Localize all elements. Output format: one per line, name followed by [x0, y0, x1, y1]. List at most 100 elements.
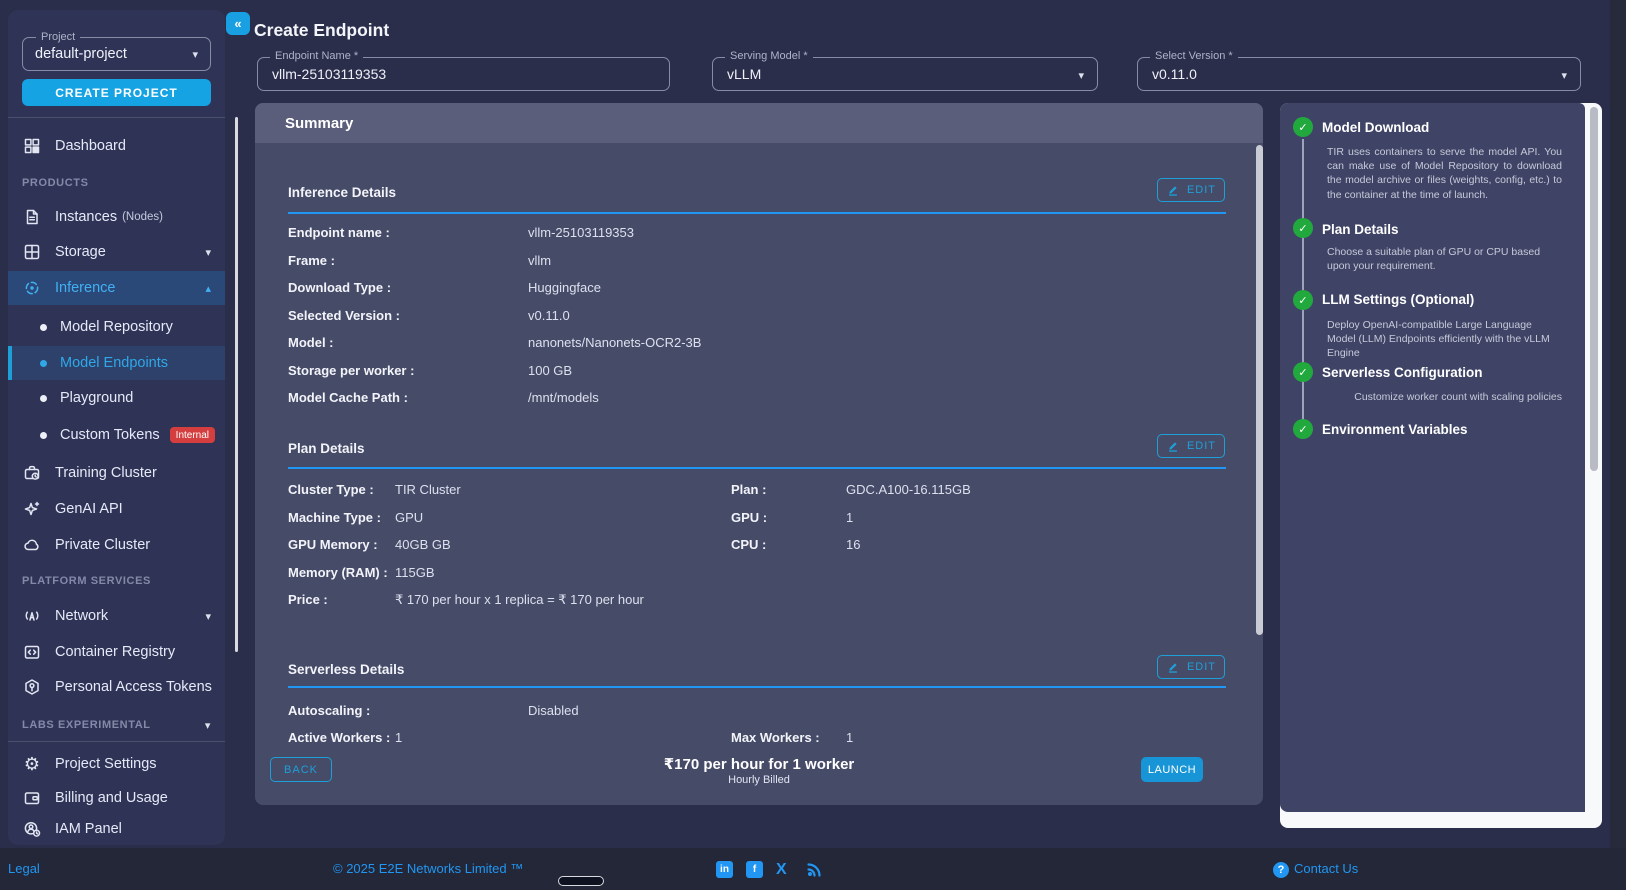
create-project-button[interactable]: CREATE PROJECT [22, 79, 211, 106]
contact-us-link[interactable]: Contact Us [1294, 861, 1358, 876]
row-label: Machine Type : [288, 510, 381, 525]
document-icon [22, 207, 42, 227]
sidebar-item-container-registry[interactable]: Container Registry [8, 635, 225, 669]
chevron-down-icon: ▾ [192, 48, 198, 61]
row-label: Storage per worker : [288, 363, 415, 378]
sidebar-item-custom-tokens[interactable]: Custom Tokens Internal [8, 418, 225, 452]
sidebar-item-inference[interactable]: Inference ▴ [8, 271, 225, 305]
collapse-sidebar-button[interactable]: « [226, 12, 250, 35]
section-underline [288, 467, 1226, 469]
question-icon[interactable]: ? [1273, 862, 1289, 878]
sparkles-icon [22, 499, 42, 519]
sidebar-section-labs-experimental: LABS EXPERIMENTAL ▾ [8, 715, 225, 735]
select-version-select[interactable]: Select Version * v0.11.0 ▾ [1137, 50, 1581, 91]
sidebar-item-personal-access-tokens[interactable]: Personal Access Tokens [8, 670, 225, 704]
sidebar-item-model-endpoints[interactable]: Model Endpoints [8, 346, 225, 380]
sidebar-item-training-cluster[interactable]: Training Cluster [8, 456, 225, 490]
iam-user-icon [22, 819, 42, 839]
x-icon[interactable]: X [776, 861, 793, 878]
sidebar-item-genai-api[interactable]: GenAI API [8, 492, 225, 526]
sidebar-item-label: Storage [55, 244, 106, 260]
endpoint-name-value: vllm-25103119353 [272, 66, 387, 82]
gesture-pill [558, 876, 604, 886]
row-label: GPU Memory : [288, 537, 378, 552]
chevron-up-icon: ▴ [205, 282, 211, 295]
sidebar-item-storage[interactable]: Storage ▾ [8, 235, 225, 269]
row-label: Max Workers : [731, 730, 820, 745]
sidebar-item-label: Playground [60, 390, 134, 406]
bullet-icon [40, 323, 47, 331]
inference-details-title: Inference Details [288, 185, 397, 200]
row-label: Plan : [731, 482, 767, 497]
sidebar-item-label: Model Repository [60, 319, 173, 335]
sidebar-item-label: Custom Tokens [60, 427, 160, 443]
sidebar-item-project-settings[interactable]: ⚙ Project Settings [8, 747, 225, 781]
inference-icon [22, 278, 42, 298]
section-underline [288, 686, 1226, 688]
facebook-icon[interactable]: f [746, 861, 763, 878]
check-icon: ✓ [1293, 362, 1313, 382]
chevron-down-icon: ▾ [1561, 70, 1567, 82]
chevron-down-icon: ▾ [205, 610, 211, 623]
serverless-details-title: Serverless Details [288, 662, 405, 677]
sidebar-item-suffix: (Nodes) [122, 211, 163, 223]
sidebar-section-label: LABS EXPERIMENTAL [22, 719, 151, 731]
back-button[interactable]: BACK [270, 757, 332, 782]
step-desc: Customize worker count with scaling poli… [1354, 391, 1562, 403]
sidebar-item-model-repository[interactable]: Model Repository [8, 310, 225, 344]
sidebar-item-label: Training Cluster [55, 465, 157, 481]
steps-scrollbar[interactable] [1590, 107, 1598, 471]
linkedin-icon[interactable]: in [716, 861, 733, 878]
sidebar-section-products: PRODUCTS [22, 177, 89, 189]
steps-content: ✓ Model Download TIR uses containers to … [1280, 103, 1585, 812]
row-value: vllm-25103119353 [528, 225, 634, 240]
row-label: GPU : [731, 510, 768, 525]
edit-inference-button[interactable]: EDIT [1157, 178, 1225, 202]
legal-link[interactable]: Legal [8, 861, 40, 876]
sidebar-item-playground[interactable]: Playground [8, 381, 225, 415]
step-desc: Deploy OpenAI-compatible Large Language … [1327, 319, 1550, 360]
row-value: v0.11.0 [528, 308, 570, 323]
endpoint-name-field[interactable]: Endpoint Name * vllm-25103119353 [257, 50, 670, 91]
launch-button[interactable]: LAUNCH [1141, 757, 1203, 782]
summary-scrollbar[interactable] [1256, 145, 1263, 635]
storage-icon [22, 242, 42, 262]
container-registry-icon [22, 642, 42, 662]
sidebar-item-label: Model Endpoints [60, 355, 169, 371]
row-value: /mnt/models [528, 390, 599, 405]
internal-badge: Internal [169, 427, 216, 443]
row-value: 40GB GB [395, 537, 451, 552]
bullet-icon [40, 394, 47, 402]
sidebar-item-label: Instances [55, 209, 118, 225]
row-value: GDC.A100-16.115GB [846, 482, 971, 497]
row-label: Cluster Type : [288, 482, 374, 497]
row-label: Endpoint name : [288, 225, 390, 240]
check-icon: ✓ [1293, 290, 1313, 310]
select-version-value: v0.11.0 [1152, 66, 1197, 82]
serving-model-label: Serving Model * [725, 50, 813, 62]
sidebar-item-private-cluster[interactable]: Private Cluster [8, 528, 225, 562]
billing-note: Hourly Billed [728, 774, 790, 786]
project-label: Project [36, 31, 81, 43]
edit-serverless-button[interactable]: EDIT [1157, 655, 1225, 679]
sidebar-item-label: IAM Panel [55, 821, 122, 837]
sidebar-item-billing-and-usage[interactable]: Billing and Usage [8, 781, 225, 815]
sidebar-item-iam-panel[interactable]: IAM Panel [8, 812, 225, 846]
summary-header: Summary [255, 103, 1263, 143]
dashboard-icon [22, 136, 42, 156]
sidebar-item-network[interactable]: Network ▾ [8, 599, 225, 633]
serving-model-select[interactable]: Serving Model * vLLM ▾ [712, 50, 1098, 91]
pencil-icon [1169, 186, 1177, 196]
sidebar-item-dashboard[interactable]: Dashboard [8, 129, 225, 163]
row-value: 1 [846, 730, 854, 745]
row-value: 1 [395, 730, 403, 745]
briefcase-clock-icon [22, 463, 42, 483]
wallet-icon [22, 788, 42, 808]
sidebar-scrollbar[interactable] [235, 117, 238, 652]
rss-icon[interactable] [806, 861, 823, 878]
check-icon: ✓ [1293, 117, 1313, 137]
edit-plan-button[interactable]: EDIT [1157, 434, 1225, 458]
sidebar-item-instances[interactable]: Instances (Nodes) [8, 200, 225, 234]
row-value: GPU [395, 510, 424, 525]
step-desc: Choose a suitable plan of GPU or CPU bas… [1327, 246, 1541, 273]
